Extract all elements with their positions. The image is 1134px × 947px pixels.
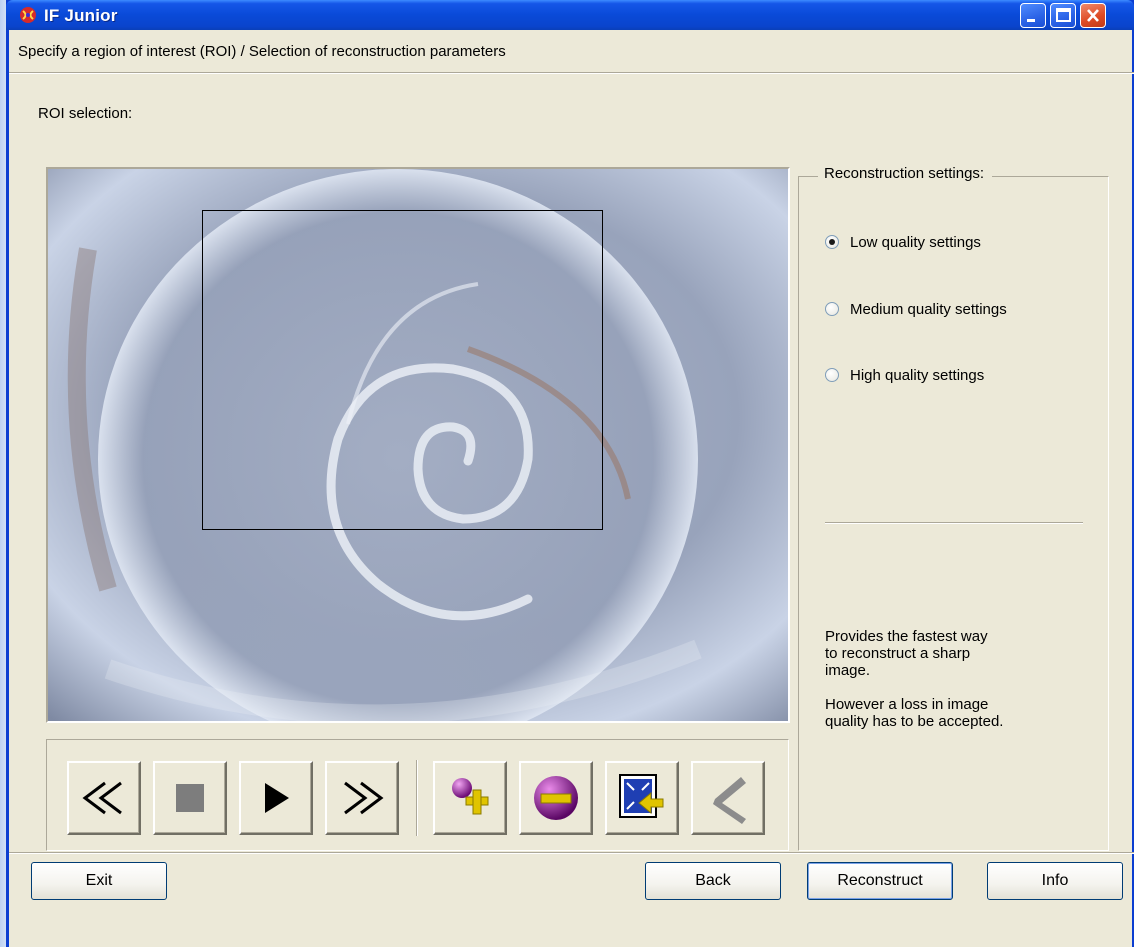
fast-forward-button[interactable]: [325, 761, 399, 835]
window-title: IF Junior: [44, 6, 118, 25]
radio-indicator: [825, 302, 839, 316]
maximize-button[interactable]: [1050, 3, 1076, 28]
radio-low-quality[interactable]: Low quality settings: [825, 231, 981, 253]
footer-divider: [9, 852, 1134, 854]
stop-square-icon: [176, 784, 204, 812]
description-line: quality has to be accepted.: [825, 713, 1004, 730]
crop-angle-icon: [713, 777, 746, 824]
radio-label-high: High quality settings: [850, 366, 985, 384]
description-line: to reconstruct a sharp: [825, 645, 971, 662]
page-subtitle: Specify a region of interest (ROI) / Sel…: [18, 43, 506, 60]
radio-label-medium: Medium quality settings: [850, 300, 1007, 318]
roi-image-viewer[interactable]: [46, 167, 790, 723]
playback-toolbar: [46, 739, 789, 851]
remove-roi-button[interactable]: [519, 761, 593, 835]
roi-rectangle[interactable]: [202, 210, 603, 530]
description-line: image.: [825, 662, 871, 679]
exit-button[interactable]: Exit: [31, 862, 167, 900]
purple-ball-minus-icon: [534, 776, 578, 820]
radio-selected-indicator: [825, 235, 839, 249]
double-chevron-left-icon: [82, 781, 122, 815]
double-chevron-right-icon: [344, 781, 384, 815]
crop-tool-button[interactable]: [691, 761, 765, 835]
toolbar-separator: [416, 760, 418, 836]
header-divider: [9, 72, 1134, 74]
radio-medium-quality[interactable]: Medium quality settings: [825, 298, 1007, 320]
back-button[interactable]: Back: [645, 862, 781, 900]
radio-indicator: [825, 368, 839, 382]
play-triangle-icon: [265, 783, 289, 813]
radio-high-quality[interactable]: High quality settings: [825, 364, 984, 386]
add-roi-button[interactable]: [433, 761, 507, 835]
purple-ball-plus-icon: [452, 778, 489, 815]
roi-selection-label: ROI selection:: [38, 105, 133, 122]
settings-divider: [825, 522, 1083, 524]
description-line: However a loss in image: [825, 696, 989, 713]
stop-button[interactable]: [153, 761, 227, 835]
reconstruct-button[interactable]: Reconstruct: [807, 862, 953, 900]
info-button[interactable]: Info: [987, 862, 1123, 900]
settings-description: Provides the fastest way to reconstruct …: [825, 628, 1085, 730]
radio-label-low: Low quality settings: [850, 233, 981, 251]
fit-image-button[interactable]: [605, 761, 679, 835]
minimize-button[interactable]: [1020, 3, 1046, 28]
play-button[interactable]: [239, 761, 313, 835]
image-arrow-icon: [619, 774, 664, 818]
close-button[interactable]: [1080, 3, 1106, 28]
description-line: Provides the fastest way: [825, 628, 988, 645]
settings-group-title: Reconstruction settings:: [818, 165, 993, 182]
app-logo-icon: [19, 6, 37, 24]
reconstruction-settings-group: Reconstruction settings: Low quality set…: [798, 165, 1109, 851]
rewind-button[interactable]: [67, 761, 141, 835]
title-bar[interactable]: IF Junior: [6, 0, 1134, 30]
